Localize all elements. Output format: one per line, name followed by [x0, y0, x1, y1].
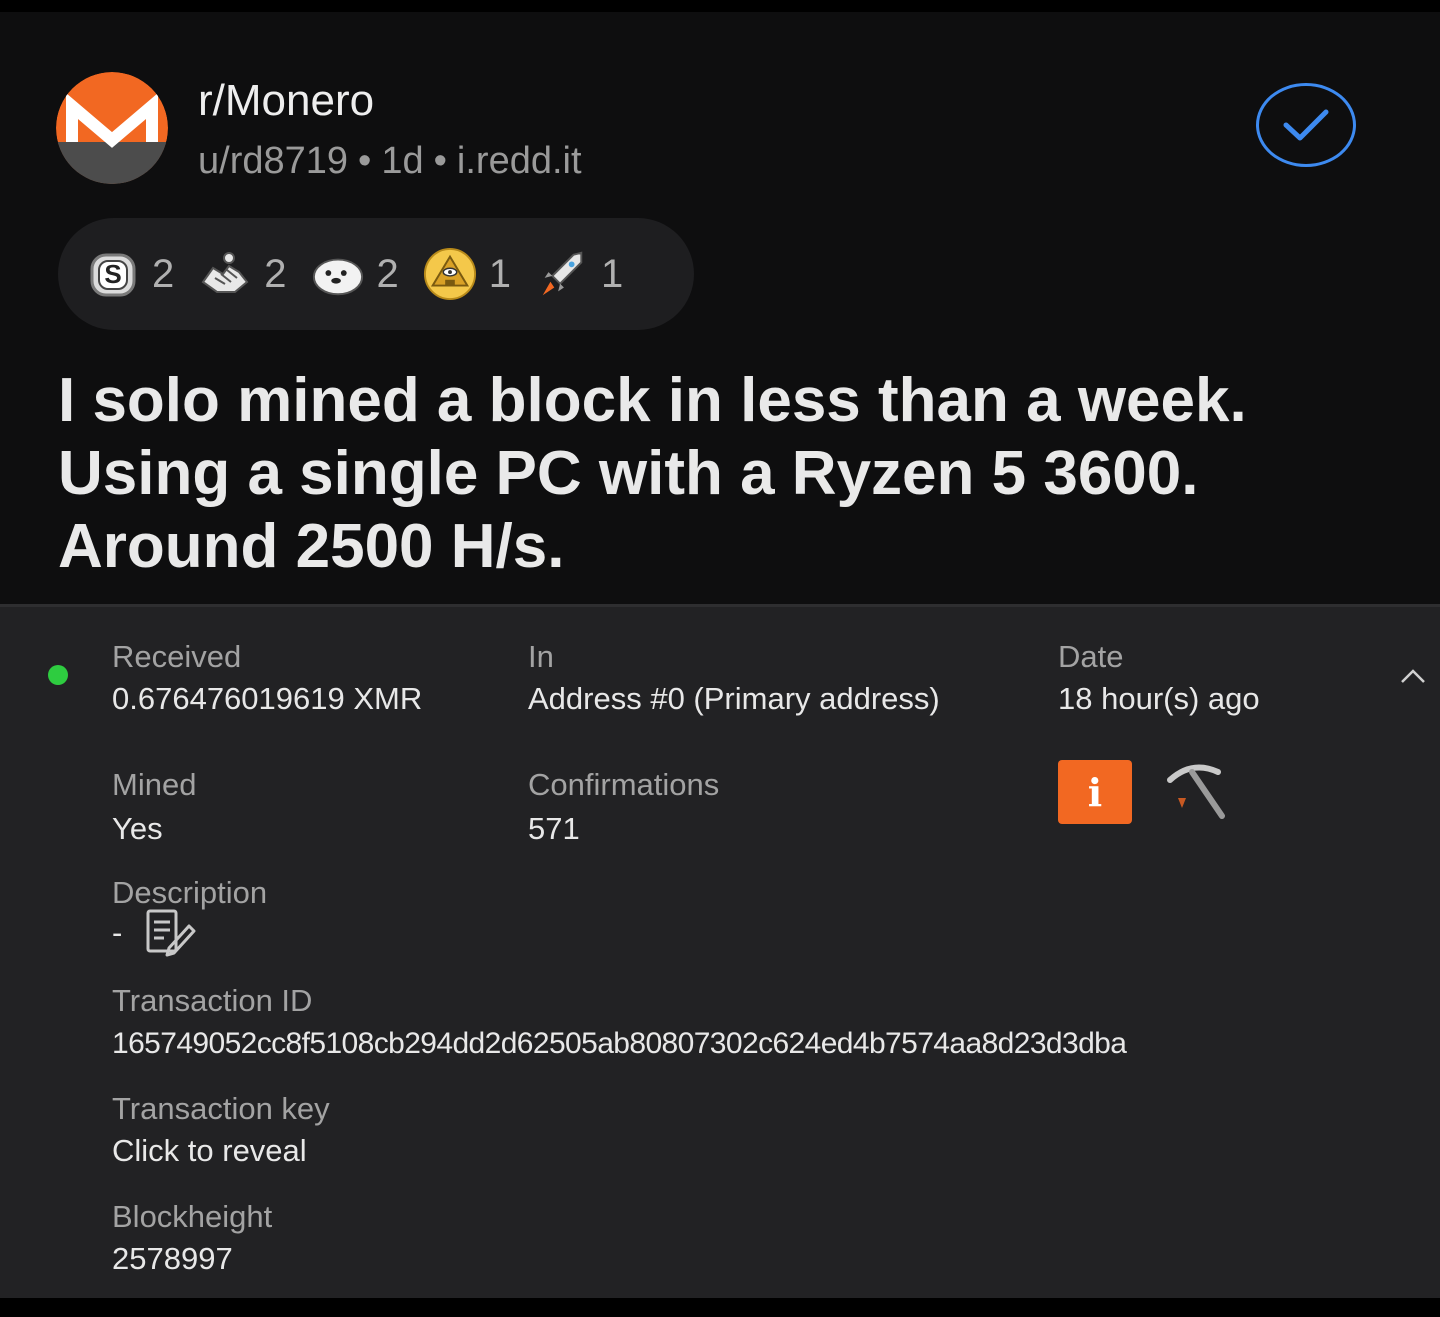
award-count: 1: [488, 251, 511, 296]
received-label: Received: [112, 639, 242, 674]
blockheight-value: 2578997: [112, 1241, 233, 1276]
bottom-edge: [0, 1298, 1440, 1317]
confirmations-value: 571: [528, 811, 580, 846]
rocket-award-icon: [535, 247, 589, 301]
received-amount: 0.676476019619 XMR: [112, 681, 423, 716]
post-age: 1d: [381, 140, 424, 182]
collapse-button[interactable]: [1396, 661, 1430, 691]
post-title[interactable]: I solo mined a block in less than a week…: [58, 364, 1398, 583]
award-count: 2: [376, 251, 399, 296]
subreddit-name[interactable]: r/Monero: [198, 76, 374, 126]
description-label: Description: [112, 875, 268, 910]
info-button[interactable]: i: [1058, 760, 1132, 824]
check-icon: [1283, 109, 1329, 141]
transaction-details-panel: Received 0.676476019619 XMR In Address #…: [0, 604, 1440, 1298]
post-meta: u/rd8719 • 1d • i.redd.it: [198, 140, 582, 183]
reddit-post: r/Monero u/rd8719 • 1d • i.redd.it S 2 2…: [0, 12, 1440, 604]
joined-check-button[interactable]: [1256, 83, 1356, 167]
post-domain[interactable]: i.redd.it: [457, 140, 582, 182]
seal-award-icon: [311, 247, 365, 301]
edit-description-icon[interactable]: [145, 908, 197, 958]
award-seal: 2: [311, 247, 399, 301]
mined-value: Yes: [112, 811, 163, 846]
subreddit-avatar[interactable]: [56, 72, 168, 184]
txkey-label: Transaction key: [112, 1091, 330, 1126]
pickaxe-icon: [1167, 764, 1225, 819]
award-rocket: 1: [535, 247, 623, 301]
monero-logo-icon: [56, 72, 168, 184]
awards-bar[interactable]: S 2 2 2 1 1: [58, 218, 694, 330]
award-count: 2: [264, 251, 287, 296]
illuminati-award-icon: [423, 247, 477, 301]
info-icon: i: [1087, 769, 1103, 815]
status-indicator-dot: [48, 665, 68, 685]
in-label: In: [528, 639, 554, 674]
handshake-award-icon: [198, 247, 252, 301]
separator-dot: •: [358, 140, 372, 182]
in-address: Address #0 (Primary address): [528, 681, 940, 716]
svg-text:S: S: [104, 259, 121, 289]
award-silver: S 2: [86, 247, 174, 301]
award-illuminati: 1: [423, 247, 511, 301]
txid-value[interactable]: 165749052cc8f5108cb294dd2d62505ab8080730…: [112, 1027, 1127, 1061]
award-count: 1: [601, 251, 624, 296]
confirmations-label: Confirmations: [528, 767, 720, 802]
date-value: 18 hour(s) ago: [1058, 681, 1260, 716]
txid-label: Transaction ID: [112, 983, 313, 1018]
date-label: Date: [1058, 639, 1124, 674]
silver-award-icon: S: [86, 247, 140, 301]
description-value: -: [112, 915, 123, 950]
award-handshake: 2: [198, 247, 287, 301]
txkey-reveal-link[interactable]: Click to reveal: [112, 1133, 307, 1169]
separator-dot: •: [433, 140, 447, 182]
award-count: 2: [152, 251, 175, 296]
chevron-up-icon: [1401, 669, 1425, 683]
post-author[interactable]: u/rd8719: [198, 140, 348, 182]
blockheight-label: Blockheight: [112, 1199, 273, 1234]
mined-label: Mined: [112, 767, 197, 802]
